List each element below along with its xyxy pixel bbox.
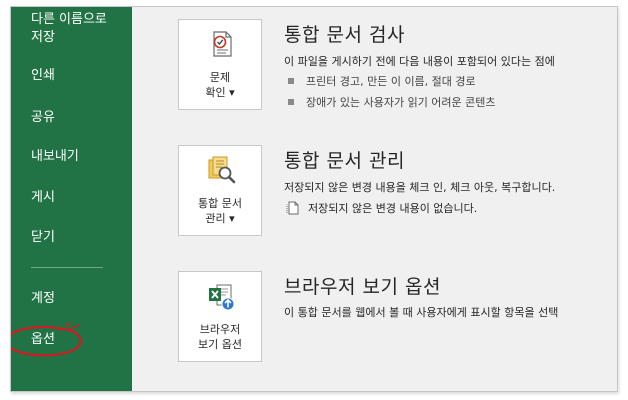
sidebar-item-export[interactable]: 내보내기 <box>31 148 79 166</box>
list-item: 프린터 경고, 만든 이 이름, 절대 경로 <box>288 73 476 89</box>
excel-browser-view-icon <box>209 284 235 311</box>
backstage-window: 다른 이름으로 저장 인쇄 공유 내보내기 게시 닫기 계정 옵션 문제 확인 … <box>10 6 618 392</box>
list-item: 장애가 있는 사용자가 읽기 어려운 콘텐츠 <box>288 94 496 110</box>
inspect-document-icon <box>213 31 232 57</box>
sidebar-item-print[interactable]: 인쇄 <box>31 67 55 85</box>
sidebar-item-share[interactable]: 공유 <box>31 109 55 127</box>
manage-workbook-button[interactable]: 통합 문서 관리 ▾ <box>178 145 262 236</box>
manage-workbook-icon <box>208 156 236 184</box>
sidebar-item-publish[interactable]: 게시 <box>31 189 55 207</box>
bullet-square-icon <box>288 99 294 105</box>
check-for-issues-button[interactable]: 문제 확인 ▾ <box>178 19 262 110</box>
sidebar-item-close[interactable]: 닫기 <box>31 229 55 247</box>
sidebar-item-label: 저장 <box>31 30 55 45</box>
tile-label: 브라우저 보기 옵션 <box>198 323 242 351</box>
status-text: 저장되지 않은 변경 내용이 없습니다. <box>286 200 477 216</box>
tile-label: 통합 문서 관리 ▾ <box>198 197 242 225</box>
sidebar-item-save-as[interactable]: 다른 이름으로 저장 <box>31 11 107 47</box>
bullet-square-icon <box>288 78 294 84</box>
section-title: 통합 문서 관리 <box>284 150 405 172</box>
sidebar-item-label: 다른 이름으로 <box>31 12 107 27</box>
tile-label: 문제 확인 ▾ <box>205 71 235 99</box>
section-description: 이 파일을 게시하기 전에 다음 내용이 포함되어 있다는 점에 <box>284 55 555 68</box>
sidebar-item-options[interactable]: 옵션 <box>31 331 55 349</box>
browser-view-options-button[interactable]: 브라우저 보기 옵션 <box>178 271 262 362</box>
section-description: 저장되지 않은 변경 내용을 체크 인, 체크 아웃, 복구합니다. <box>284 181 556 194</box>
document-page-icon <box>286 201 299 215</box>
sidebar-divider <box>31 267 103 268</box>
backstage-sidebar: 다른 이름으로 저장 인쇄 공유 내보내기 게시 닫기 계정 옵션 <box>11 7 132 391</box>
sidebar-item-account[interactable]: 계정 <box>31 290 55 308</box>
section-description: 이 통합 문서를 웹에서 볼 때 사용자에게 표시할 항목을 선택 <box>284 306 559 319</box>
section-title: 브라우저 보기 옵션 <box>284 276 441 298</box>
section-title: 통합 문서 검사 <box>284 24 405 46</box>
